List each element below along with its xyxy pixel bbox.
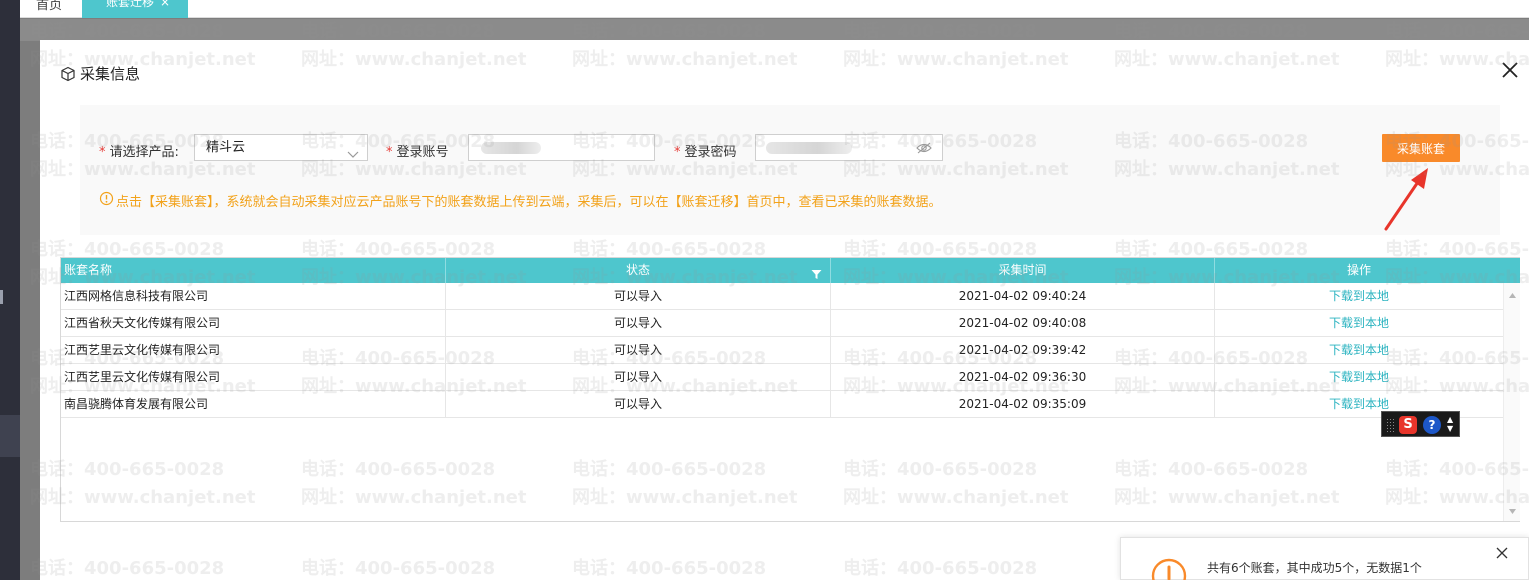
tab-account-migration-label: 账套迁移 xyxy=(106,0,155,9)
app-sidebar xyxy=(0,0,20,580)
download-link[interactable]: 下载到本地 xyxy=(1329,316,1389,330)
table-row[interactable]: 江西网格信息科技有限公司 可以导入 2021-04-02 09:40:24 下载… xyxy=(61,283,1503,310)
eye-off-icon[interactable] xyxy=(916,141,932,158)
column-header-name[interactable]: 账套名称 xyxy=(61,258,446,283)
table-row[interactable]: 江西省秋天文化传媒有限公司 可以导入 2021-04-02 09:40:08 下… xyxy=(61,310,1503,337)
sidebar-indicator xyxy=(0,290,3,304)
account-value-masked xyxy=(481,142,541,154)
table-row[interactable]: 江西艺里云文化传媒有限公司 可以导入 2021-04-02 09:39:42 下… xyxy=(61,337,1503,364)
account-label: * 登录账号 xyxy=(386,145,449,160)
cell-time: 2021-04-02 09:40:08 xyxy=(831,310,1215,337)
password-input[interactable] xyxy=(755,134,943,161)
download-link[interactable]: 下载到本地 xyxy=(1329,289,1389,303)
cell-time: 2021-04-02 09:35:09 xyxy=(831,391,1215,418)
account-input[interactable] xyxy=(468,134,655,161)
download-link[interactable]: 下载到本地 xyxy=(1329,370,1389,384)
cell-status: 可以导入 xyxy=(446,310,831,337)
cell-time: 2021-04-02 09:39:42 xyxy=(831,337,1215,364)
tab-bar: 首页 账套迁移 × xyxy=(20,0,1529,18)
warning-icon xyxy=(1151,558,1187,580)
password-label: * 登录密码 xyxy=(674,145,737,160)
cell-account-name: 南昌骁腾体育发展有限公司 xyxy=(61,391,446,418)
ime-expand-icon[interactable]: ▲ ▼ xyxy=(1447,415,1453,433)
info-icon xyxy=(99,191,114,210)
tab-home[interactable]: 首页 xyxy=(36,0,62,13)
table-row[interactable]: 江西艺里云文化传媒有限公司 可以导入 2021-04-02 09:36:30 下… xyxy=(61,364,1503,391)
dialog-title: 采集信息 xyxy=(60,63,140,84)
notification-message: 共有6个账套，其中成功5个，无数据1个 xyxy=(1207,561,1422,575)
cell-time: 2021-04-02 09:40:24 xyxy=(831,283,1215,310)
collect-info-dialog: 采集信息 * 请选择产品: 精斗云 * 登录账号 * 登录密码 采集账套 点击【… xyxy=(40,40,1529,580)
table-row[interactable]: 南昌骁腾体育发展有限公司 可以导入 2021-04-02 09:35:09 下载… xyxy=(61,391,1503,418)
tab-close-icon[interactable]: × xyxy=(160,0,170,9)
cell-account-name: 江西省秋天文化传媒有限公司 xyxy=(61,310,446,337)
cell-status: 可以导入 xyxy=(446,391,831,418)
cell-time: 2021-04-02 09:36:30 xyxy=(831,364,1215,391)
cell-status: 可以导入 xyxy=(446,283,831,310)
cell-action: 下载到本地 xyxy=(1215,283,1503,310)
column-header-status[interactable]: 状态 xyxy=(446,258,831,283)
collect-accounts-button[interactable]: 采集账套 xyxy=(1382,134,1460,162)
product-select[interactable]: 精斗云 xyxy=(194,134,368,161)
table-scrollbar[interactable] xyxy=(1503,283,1520,521)
ime-toolbar[interactable]: S ? ▲ ▼ xyxy=(1381,411,1460,437)
overlay-backdrop xyxy=(20,19,1529,41)
dialog-header: 采集信息 xyxy=(40,40,1529,100)
close-icon[interactable] xyxy=(1500,60,1520,80)
help-icon[interactable]: ? xyxy=(1423,416,1441,434)
cell-account-name: 江西艺里云文化传媒有限公司 xyxy=(61,364,446,391)
product-select-value: 精斗云 xyxy=(206,140,246,155)
red-arrow-annotation xyxy=(1380,165,1436,236)
cell-account-name: 江西艺里云文化传媒有限公司 xyxy=(61,337,446,364)
cell-action: 下载到本地 xyxy=(1215,337,1503,364)
info-tip-text: 点击【采集账套】，系统就会自动采集对应云产品账号下的账套数据上传到云端，采集后，… xyxy=(116,195,942,210)
box-icon xyxy=(60,66,76,82)
scroll-up-icon[interactable] xyxy=(1509,287,1516,301)
password-value-masked xyxy=(766,142,852,154)
chevron-down-icon xyxy=(347,143,359,168)
accounts-table: 账套名称 状态 采集时间 操作 江西网格信息科技有限公司 可以导入 2021-0… xyxy=(60,257,1520,522)
table-header: 账套名称 状态 采集时间 操作 xyxy=(61,258,1520,283)
product-label: * 请选择产品: xyxy=(99,145,179,160)
cell-status: 可以导入 xyxy=(446,337,831,364)
ime-logo-icon[interactable]: S xyxy=(1399,416,1417,434)
sidebar-active-item[interactable] xyxy=(0,415,20,457)
cell-action: 下载到本地 xyxy=(1215,364,1503,391)
info-tip: 点击【采集账套】，系统就会自动采集对应云产品账号下的账套数据上传到云端，采集后，… xyxy=(99,191,942,210)
scroll-down-icon[interactable] xyxy=(1509,503,1516,517)
cell-action: 下载到本地 xyxy=(1215,310,1503,337)
table-body: 江西网格信息科技有限公司 可以导入 2021-04-02 09:40:24 下载… xyxy=(61,283,1503,418)
close-icon[interactable] xyxy=(1496,547,1508,562)
drag-handle-icon[interactable] xyxy=(1386,418,1394,432)
dialog-title-text: 采集信息 xyxy=(80,65,141,83)
column-header-action: 操作 xyxy=(1346,263,1371,277)
download-link[interactable]: 下载到本地 xyxy=(1329,397,1389,411)
cell-account-name: 江西网格信息科技有限公司 xyxy=(61,283,446,310)
collect-form: * 请选择产品: 精斗云 * 登录账号 * 登录密码 采集账套 点击【采集账套】… xyxy=(80,105,1500,235)
tab-account-migration[interactable]: 账套迁移 × xyxy=(82,0,188,18)
column-header-time[interactable]: 采集时间 xyxy=(831,258,1215,283)
download-link[interactable]: 下载到本地 xyxy=(1329,343,1389,357)
result-notification: 共有6个账套，其中成功5个，无数据1个 xyxy=(1120,537,1529,580)
cell-status: 可以导入 xyxy=(446,364,831,391)
